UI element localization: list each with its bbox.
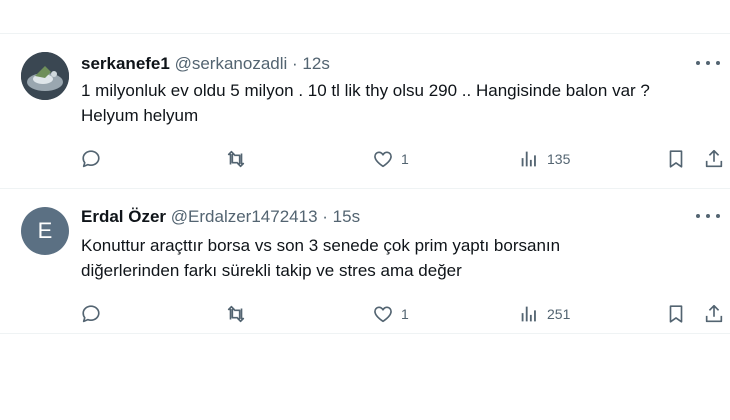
views-button[interactable]: 251 bbox=[518, 302, 570, 326]
more-options-icon[interactable] bbox=[696, 209, 720, 223]
analytics-icon bbox=[521, 151, 536, 167]
tweet-text-line: 1 milyonluk ev oldu 5 milyon . 10 tl lik… bbox=[81, 81, 650, 100]
user-handle[interactable]: @Erdalzer1472413 bbox=[171, 207, 318, 226]
tweet-text-line: Helyum helyum bbox=[81, 106, 199, 125]
timestamp[interactable]: 15s bbox=[333, 207, 360, 226]
reply-icon bbox=[82, 150, 100, 168]
tweet-text: Konuttur araçttır borsa vs son 3 senede … bbox=[81, 233, 710, 283]
tweet[interactable]: E Erdal Özer @Erdalzer1472413 · 15s Konu… bbox=[0, 188, 730, 334]
tweet-text-line: Konuttur araçttır borsa vs son 3 senede … bbox=[81, 236, 561, 255]
retweet-button[interactable] bbox=[225, 147, 247, 171]
share-button[interactable] bbox=[703, 302, 725, 326]
retweet-icon bbox=[227, 305, 245, 323]
bookmark-icon bbox=[669, 305, 683, 323]
avatar-image bbox=[21, 52, 69, 100]
like-button[interactable]: 1 bbox=[372, 147, 409, 171]
views-button[interactable]: 135 bbox=[518, 147, 570, 171]
view-count: 251 bbox=[547, 306, 571, 322]
like-count: 1 bbox=[401, 306, 409, 322]
like-button[interactable]: 1 bbox=[372, 302, 409, 326]
reply-button[interactable] bbox=[80, 302, 102, 326]
action-bar: 1 251 bbox=[78, 302, 730, 326]
analytics-icon bbox=[521, 306, 536, 322]
retweet-button[interactable] bbox=[225, 302, 247, 326]
avatar[interactable] bbox=[21, 52, 69, 100]
display-name[interactable]: serkanefe1 bbox=[81, 54, 170, 73]
display-name[interactable]: Erdal Özer bbox=[81, 207, 166, 226]
more-options-icon[interactable] bbox=[696, 56, 720, 70]
tweet-text-line: diğerlerinden farkı sürekli takip ve str… bbox=[81, 261, 462, 280]
avatar[interactable]: E bbox=[21, 207, 69, 255]
share-button[interactable] bbox=[703, 147, 725, 171]
heart-icon bbox=[374, 151, 392, 168]
timestamp[interactable]: 12s bbox=[302, 54, 329, 73]
like-count: 1 bbox=[401, 151, 409, 167]
tweet-header: serkanefe1 @serkanozadli · 12s bbox=[81, 54, 670, 74]
retweet-icon bbox=[227, 150, 245, 168]
view-count: 135 bbox=[547, 151, 571, 167]
action-bar: 1 135 bbox=[78, 147, 730, 171]
tweet[interactable]: serkanefe1 @serkanozadli · 12s 1 milyonl… bbox=[0, 34, 730, 188]
heart-icon bbox=[374, 306, 392, 323]
bookmark-icon bbox=[669, 150, 683, 168]
separator: · bbox=[292, 54, 298, 73]
reply-icon bbox=[82, 305, 100, 323]
tweet-text: 1 milyonluk ev oldu 5 milyon . 10 tl lik… bbox=[81, 78, 710, 128]
share-icon bbox=[705, 149, 723, 168]
tweet-header: Erdal Özer @Erdalzer1472413 · 15s bbox=[81, 207, 670, 227]
separator: · bbox=[322, 207, 328, 226]
share-icon bbox=[705, 304, 723, 323]
bookmark-button[interactable] bbox=[665, 147, 687, 171]
reply-button[interactable] bbox=[80, 147, 102, 171]
bookmark-button[interactable] bbox=[665, 302, 687, 326]
user-handle[interactable]: @serkanozadli bbox=[175, 54, 288, 73]
tweet-feed: serkanefe1 @serkanozadli · 12s 1 milyonl… bbox=[0, 0, 730, 420]
